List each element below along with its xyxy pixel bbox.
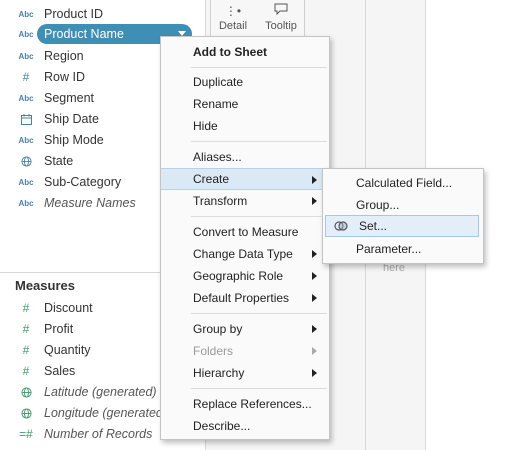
menu-item-aliases[interactable]: Aliases... [161, 146, 329, 168]
menu-item-folders: Folders [161, 340, 329, 362]
menu-item-group-by[interactable]: Group by [161, 318, 329, 340]
menu-separator [191, 388, 327, 389]
menu-item-change-data-type[interactable]: Change Data Type [161, 243, 329, 265]
menu-item-hierarchy[interactable]: Hierarchy [161, 362, 329, 384]
measures-heading: Measures [15, 278, 75, 293]
number-type-icon: =# [19, 427, 33, 441]
tooltip-button[interactable]: Tooltip [259, 0, 303, 38]
menu-item-transform[interactable]: Transform [161, 190, 329, 212]
menu-item-hide[interactable]: Hide [161, 115, 329, 137]
field-label: State [44, 154, 74, 168]
string-type-icon: Abc [18, 94, 34, 103]
field-label: Sub-Category [44, 175, 122, 189]
menu-item-rename[interactable]: Rename [161, 93, 329, 115]
chevron-right-icon [312, 250, 317, 258]
menu-item-add-to-sheet[interactable]: Add to Sheet [161, 41, 329, 63]
detail-icon: ⋮• [224, 4, 242, 18]
create-submenu: Calculated Field... Group... Set... Para… [322, 168, 484, 264]
chevron-right-icon [312, 369, 317, 377]
menu-separator [191, 67, 327, 68]
menu-item-replace-references[interactable]: Replace References... [161, 393, 329, 415]
chevron-right-icon [312, 347, 317, 355]
number-type-icon: # [22, 70, 30, 84]
field-label: Latitude (generated) [44, 385, 157, 399]
number-type-icon: # [22, 364, 30, 378]
field-label: Ship Mode [44, 133, 104, 147]
tooltip-icon [259, 0, 303, 20]
string-type-icon: Abc [18, 199, 34, 208]
field-label: Number of Records [44, 427, 153, 441]
menu-separator [191, 313, 327, 314]
calendar-icon [17, 109, 35, 130]
string-type-icon: Abc [18, 10, 34, 19]
field-label: Measure Names [44, 196, 136, 210]
chevron-right-icon [312, 272, 317, 280]
menu-separator [191, 141, 327, 142]
field-label: Product Name [44, 27, 124, 41]
menu-item-create[interactable]: Create [161, 168, 329, 190]
field-label: Ship Date [44, 112, 99, 126]
number-type-icon: # [22, 301, 30, 315]
field-label: Segment [44, 91, 95, 105]
field-label: Region [44, 49, 84, 63]
field-label: Product ID [44, 7, 104, 21]
menu-item-calculated-field[interactable]: Calculated Field... [323, 172, 483, 194]
menu-separator [191, 216, 327, 217]
detail-label: Detail [218, 20, 248, 32]
field-label: Sales [44, 364, 76, 378]
number-type-icon: # [22, 322, 30, 336]
field-label: Quantity [44, 343, 91, 357]
menu-item-default-properties[interactable]: Default Properties [161, 287, 329, 309]
detail-button[interactable]: ⋮• Detail [211, 0, 255, 38]
field-label: Row ID [44, 70, 85, 84]
string-type-icon: Abc [18, 30, 34, 39]
field-label: Profit [44, 322, 74, 336]
globe-icon [17, 151, 35, 172]
tooltip-label: Tooltip [265, 20, 297, 32]
menu-item-parameter[interactable]: Parameter... [323, 238, 483, 260]
menu-item-group[interactable]: Group... [323, 194, 483, 216]
string-type-icon: Abc [18, 178, 34, 187]
context-menu: Add to Sheet Duplicate Rename Hide Alias… [160, 36, 330, 440]
field-label: Longitude (generated) [44, 406, 168, 420]
chevron-right-icon [312, 294, 317, 302]
set-icon [334, 221, 348, 231]
number-type-icon: # [22, 343, 30, 357]
menu-item-convert-to-measure[interactable]: Convert to Measure [161, 221, 329, 243]
field-label: Discount [44, 301, 93, 315]
chevron-right-icon [312, 176, 317, 184]
menu-item-geographic-role[interactable]: Geographic Role [161, 265, 329, 287]
menu-item-describe[interactable]: Describe... [161, 415, 329, 437]
chevron-right-icon [312, 325, 317, 333]
field-product-id[interactable]: Abc Product ID [0, 4, 205, 25]
string-type-icon: Abc [18, 52, 34, 61]
menu-item-set[interactable]: Set... [325, 215, 479, 237]
string-type-icon: Abc [18, 136, 34, 145]
globe-icon [17, 403, 35, 424]
menu-item-duplicate[interactable]: Duplicate [161, 71, 329, 93]
globe-icon [17, 382, 35, 403]
chevron-right-icon [312, 197, 317, 205]
